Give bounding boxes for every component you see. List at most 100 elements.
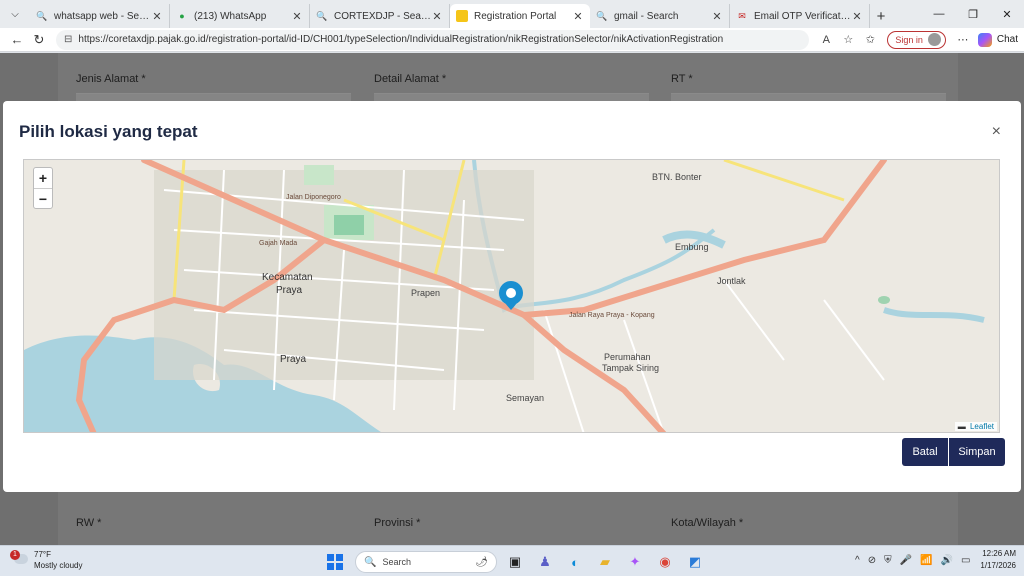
- browser-tab[interactable]: 🔍 gmail - Search ✕: [590, 4, 730, 28]
- close-tab-icon[interactable]: ✕: [291, 10, 303, 23]
- site-info-icon[interactable]: ⊟: [64, 34, 72, 45]
- maximize-icon[interactable]: ❐: [956, 8, 990, 21]
- show-hidden-icons-icon[interactable]: ^: [855, 555, 860, 566]
- url-text: https://coretaxdjp.pajak.go.id/registrat…: [78, 34, 724, 45]
- close-icon[interactable]: ×: [992, 123, 1001, 141]
- cancel-button[interactable]: Batal: [902, 438, 948, 466]
- map-label-road-gajah-mada: Gajah Mada: [259, 240, 298, 247]
- browser-tab[interactable]: 🔍 whatsapp web - Search ✕: [30, 4, 170, 28]
- zoom-out-button[interactable]: −: [34, 188, 52, 208]
- browser-tab[interactable]: ✉ Email OTP Verification Code · ✕: [730, 4, 870, 28]
- whatsapp-icon: ●: [179, 11, 185, 21]
- search-highlight-icon: 🌶: [475, 556, 488, 568]
- map-label-prapen: Prapen: [411, 288, 441, 298]
- tab-title: gmail - Search: [614, 10, 679, 22]
- battery-icon[interactable]: ▭: [961, 555, 970, 566]
- clock-time: 12:26 AM: [982, 549, 1016, 558]
- search-icon: 🔍: [596, 10, 608, 21]
- tab-title: (213) WhatsApp: [194, 10, 267, 22]
- tab-title: CORTEXDJP - Search: [334, 10, 431, 22]
- browser-tab-active[interactable]: Registration Portal ✕: [450, 4, 590, 28]
- location-off-icon[interactable]: ⊘: [868, 555, 876, 566]
- chat-label: Chat: [996, 34, 1018, 45]
- security-icon[interactable]: ⛨: [884, 555, 892, 566]
- flag-icon: ▬: [957, 422, 966, 431]
- system-tray: ^ ⊘ ⛨ 🎤 📶 🔊 ▭ 12:26 AM 1/17/2026: [847, 548, 1016, 572]
- url-field[interactable]: ⊟ https://coretaxdjp.pajak.go.id/registr…: [56, 29, 810, 50]
- map-label-tampak-siring: Tampak Siring: [602, 363, 660, 373]
- search-placeholder: Search: [382, 557, 411, 567]
- notification-badge: 1: [10, 550, 20, 560]
- favorite-star-icon[interactable]: ☆: [837, 33, 859, 46]
- map-label-embung: Embung: [675, 242, 709, 252]
- chrome-icon[interactable]: ◉: [653, 550, 677, 574]
- copilot-icon[interactable]: ✦: [623, 550, 647, 574]
- jenis-alamat-label: Jenis Alamat *: [76, 73, 146, 85]
- gmail-icon: ✉: [738, 10, 746, 21]
- more-options-icon[interactable]: ⋯: [952, 33, 974, 46]
- collections-icon[interactable]: ✩: [859, 33, 881, 46]
- task-view-icon[interactable]: ▣: [503, 550, 527, 574]
- search-icon: 🔍: [316, 10, 328, 21]
- start-icon[interactable]: [327, 554, 343, 570]
- tab-title: Email OTP Verification Code ·: [754, 10, 851, 22]
- rt-label: RT *: [671, 73, 693, 85]
- close-tab-icon[interactable]: ✕: [851, 10, 863, 23]
- search-icon: 🔍: [364, 556, 377, 568]
- read-aloud-icon[interactable]: A: [815, 34, 837, 46]
- microphone-icon[interactable]: 🎤: [900, 555, 912, 566]
- copilot-chat-button[interactable]: Chat: [977, 32, 1018, 47]
- save-button[interactable]: Simpan: [949, 438, 1005, 466]
- close-tab-icon[interactable]: ✕: [572, 10, 584, 23]
- map-label-semayan: Semayan: [506, 393, 545, 403]
- close-tab-icon[interactable]: ✕: [711, 10, 723, 23]
- back-icon[interactable]: ←: [6, 32, 28, 47]
- minimize-icon[interactable]: —: [922, 8, 956, 20]
- clock-date: 1/17/2026: [980, 561, 1016, 570]
- clock[interactable]: 12:26 AM 1/17/2026: [980, 548, 1016, 572]
- leaflet-link[interactable]: Leaflet: [970, 422, 994, 431]
- close-tab-icon[interactable]: ✕: [431, 10, 443, 23]
- file-explorer-icon[interactable]: ▰: [593, 550, 617, 574]
- zoom-control: + −: [33, 167, 53, 209]
- browser-tabbar: ⌵ 🔍 whatsapp web - Search ✕ ● (213) What…: [0, 0, 1024, 28]
- tab-title: Registration Portal: [474, 10, 557, 22]
- browser-tab[interactable]: 🔍 CORTEXDJP - Search ✕: [310, 4, 450, 28]
- weather-condition: Mostly cloudy: [34, 561, 83, 570]
- address-bar: ← ↻ ⊟ https://coretaxdjp.pajak.go.id/reg…: [0, 28, 1024, 52]
- close-window-icon[interactable]: ✕: [990, 8, 1024, 21]
- edge-icon[interactable]: ◐: [563, 550, 587, 574]
- sign-in-button[interactable]: Sign in: [887, 30, 946, 49]
- new-tab-icon[interactable]: +: [870, 4, 892, 28]
- map-label-jontlak: Jontlak: [717, 276, 746, 286]
- map-label-perumahan: Perumahan: [604, 352, 651, 362]
- browser-tab[interactable]: ● (213) WhatsApp ✕: [170, 4, 310, 28]
- avatar-icon: [927, 33, 941, 46]
- weather-widget[interactable]: 1 77°F Mostly cloudy: [10, 549, 82, 571]
- map-label-praya-south: Praya: [280, 354, 307, 365]
- volume-icon[interactable]: 🔊: [941, 555, 953, 566]
- refresh-icon[interactable]: ↻: [28, 32, 50, 48]
- map-label-road-praya-kopang: Jalan Raya Praya - Kopang: [569, 312, 655, 319]
- search-icon: 🔍: [36, 10, 48, 21]
- copilot-icon: [977, 32, 992, 47]
- wifi-icon[interactable]: 📶: [920, 555, 932, 566]
- map-label-kecamatan: Kecamatan: [262, 272, 313, 283]
- teams-icon[interactable]: ♟: [533, 550, 557, 574]
- taskbar: 1 77°F Mostly cloudy 🔍 Search 🌶 ▣ ♟ ◐ ▰ …: [0, 545, 1024, 576]
- modal-title: Pilih lokasi yang tepat: [19, 122, 198, 141]
- app-icon[interactable]: ◩: [683, 550, 707, 574]
- cloud-icon: 1: [10, 550, 30, 570]
- portal-icon: [456, 10, 468, 22]
- close-tab-icon[interactable]: ✕: [151, 10, 163, 23]
- provinsi-label: Provinsi *: [374, 517, 421, 529]
- window-controls: — ❐ ✕: [922, 0, 1024, 28]
- zoom-in-button[interactable]: +: [34, 168, 52, 188]
- tab-actions-menu-icon[interactable]: ⌵: [2, 1, 28, 27]
- detail-alamat-label: Detail Alamat *: [374, 73, 447, 85]
- rw-label: RW *: [76, 517, 102, 529]
- map-view[interactable]: Kecamatan Praya Praya Semayan Jontlak Em…: [23, 159, 1000, 433]
- map-label-praya: Praya: [276, 285, 303, 296]
- map-attribution: ▬ Leaflet: [954, 422, 997, 431]
- taskbar-search[interactable]: 🔍 Search 🌶: [355, 551, 497, 573]
